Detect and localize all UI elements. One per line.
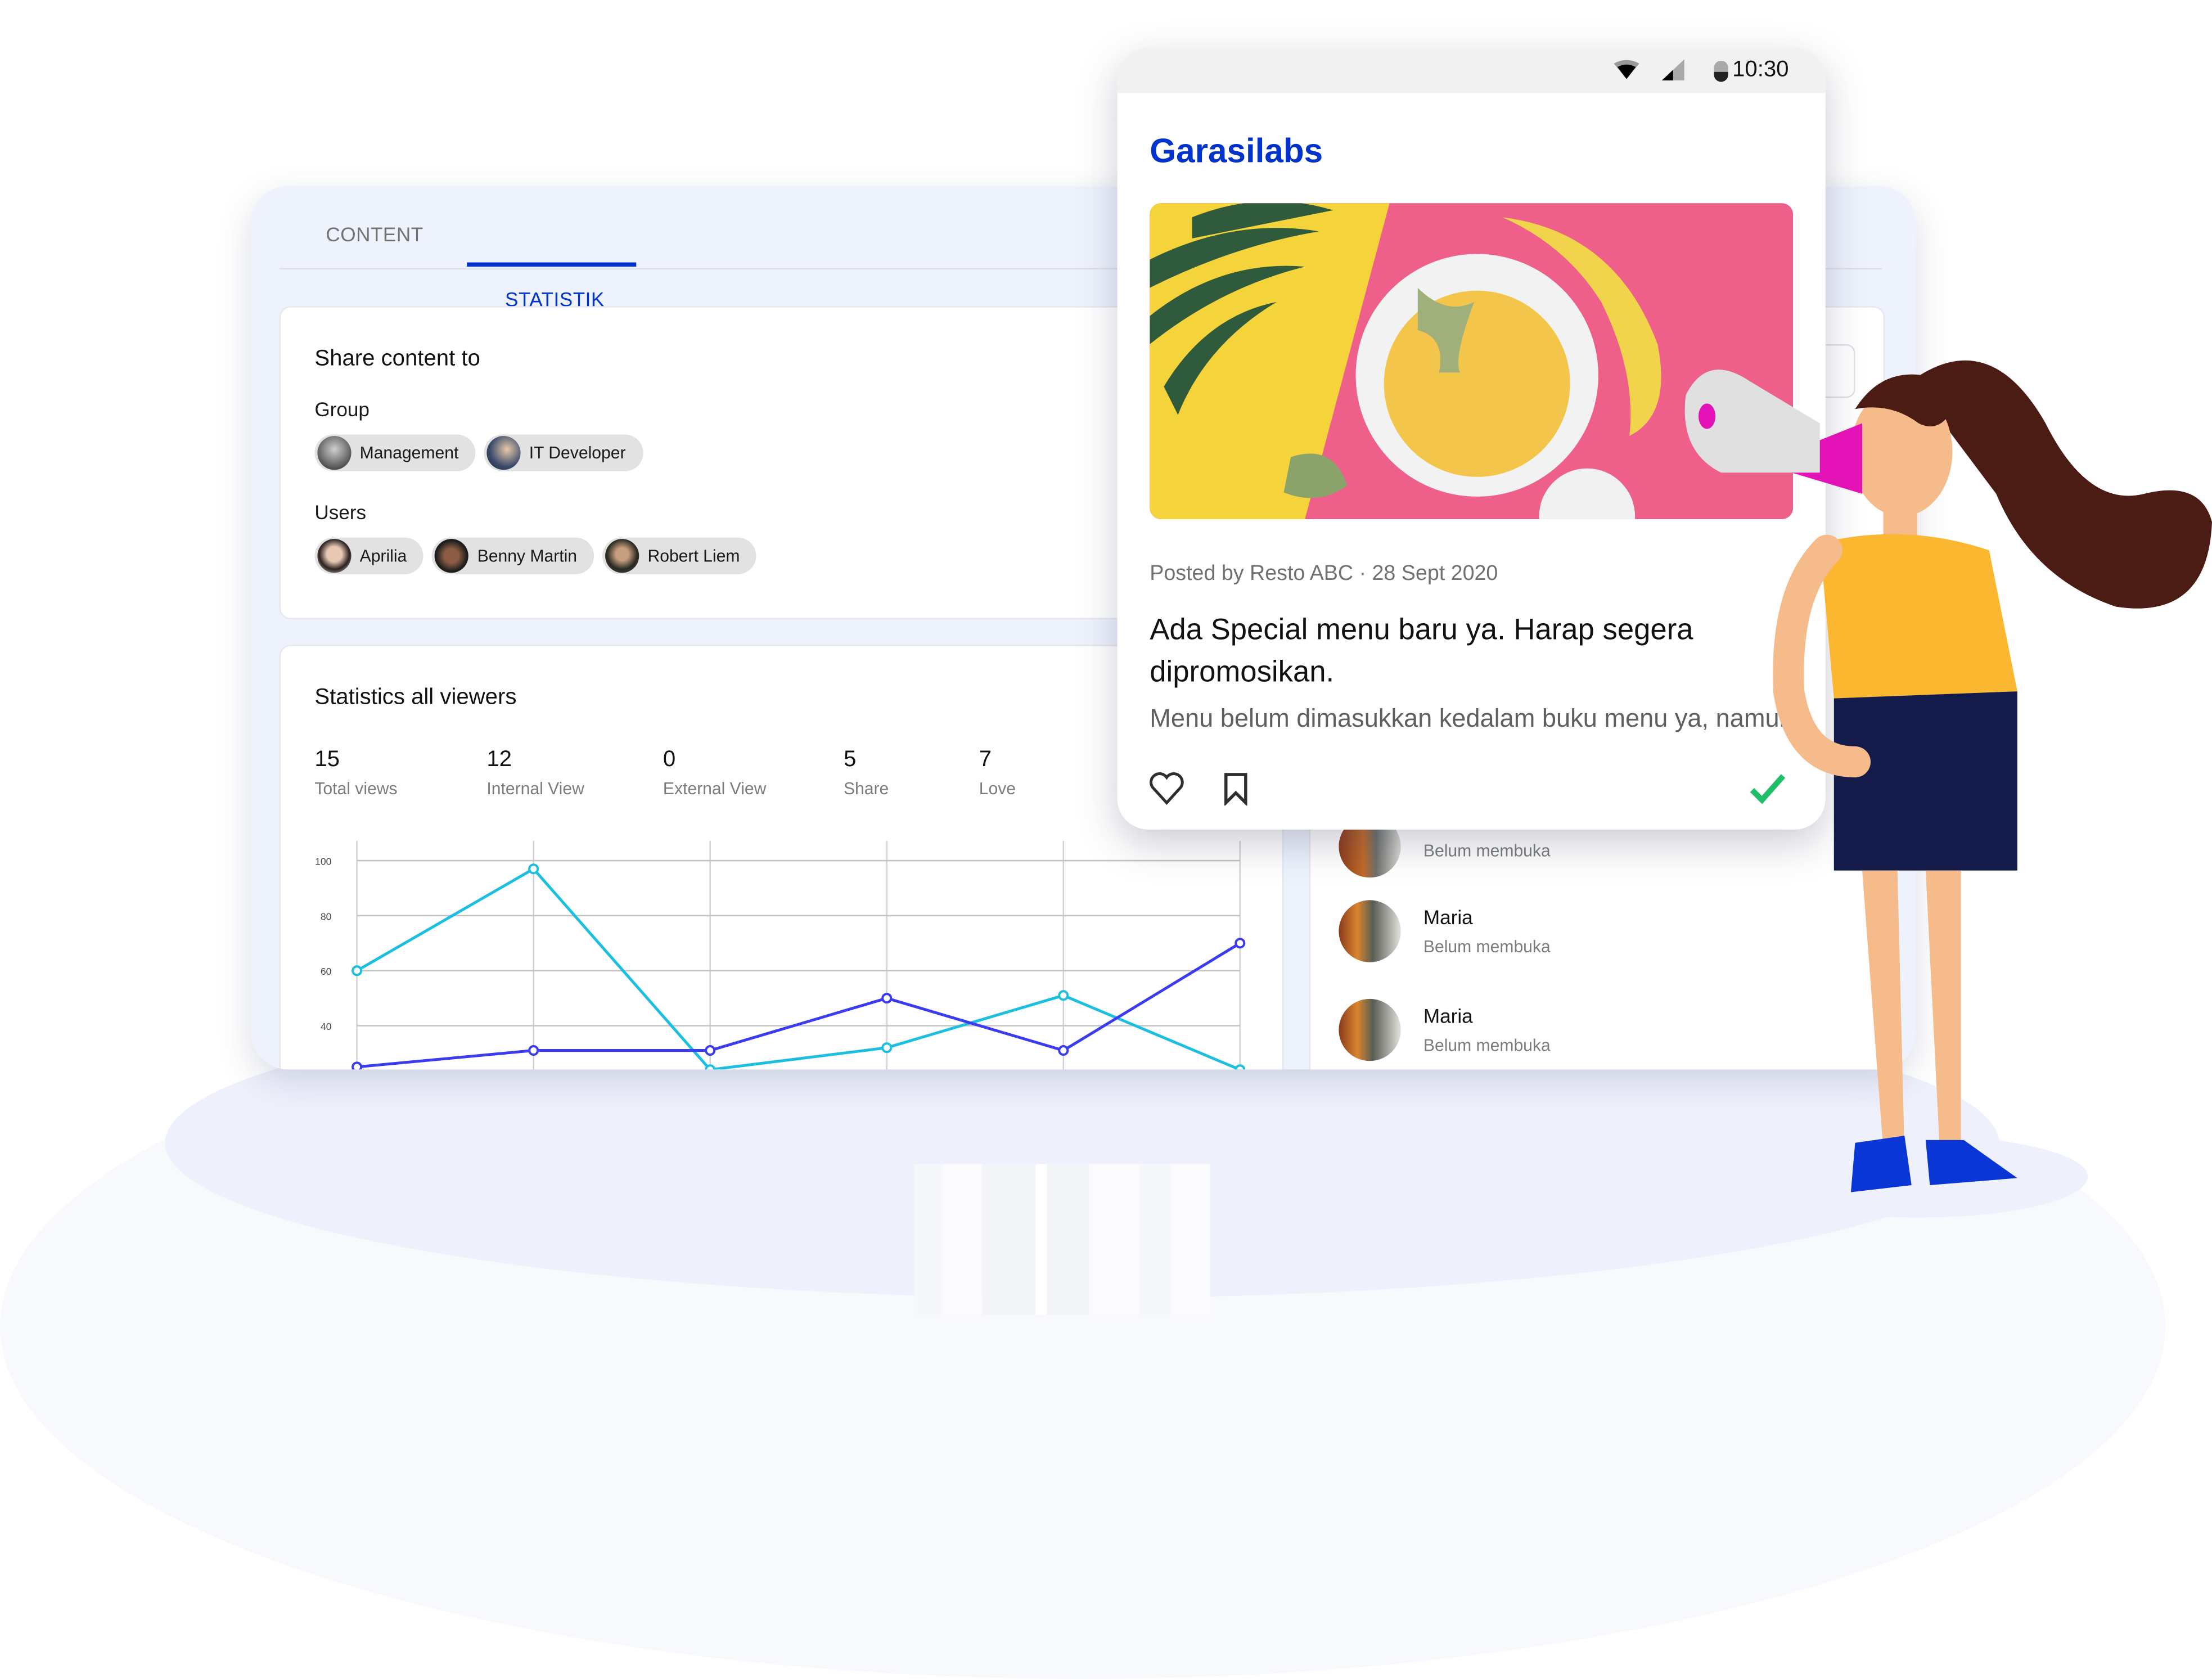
point-series-blue — [881, 993, 893, 1004]
group-chip-it-developer[interactable]: IT Developer — [484, 434, 643, 471]
y-tick-label: 100 — [315, 856, 332, 867]
point-series-cyan — [528, 863, 539, 875]
background-stripes — [914, 1164, 1298, 1315]
viewer-name: Maria — [1423, 1004, 1473, 1028]
woman-megaphone-illustration — [1684, 360, 2212, 1192]
chip-label: Management — [359, 443, 459, 463]
viewer-status: Belum membuka — [1423, 937, 1551, 957]
battery-icon — [1714, 60, 1728, 82]
skirt — [1833, 691, 2017, 871]
group-chip-management[interactable]: Management — [314, 434, 476, 471]
cellular-signal-icon — [1661, 59, 1684, 80]
group-avatar — [486, 436, 521, 470]
user-chip-robert-liem[interactable]: Robert Liem — [602, 537, 757, 574]
chip-label: Benny Martin — [477, 546, 578, 566]
stat-value: 12 — [486, 748, 512, 772]
point-series-cyan — [352, 965, 363, 976]
user-chips: Aprilia Benny Martin Robert Liem — [314, 537, 757, 574]
shoe — [1925, 1140, 2017, 1185]
stat-value: 7 — [979, 748, 992, 772]
shoe — [1850, 1136, 1912, 1192]
share-content-card: Share content to Group Management IT Dev… — [279, 306, 1185, 620]
stat-label: Love — [979, 778, 1016, 799]
stat-external-view: 0 External View — [663, 748, 766, 798]
stat-internal-view: 12 Internal View — [486, 748, 584, 798]
stat-value: 0 — [663, 748, 676, 772]
active-tab-indicator — [467, 262, 637, 267]
stage: CONTENT STATISTIK Share content to Group… — [0, 0, 2212, 1679]
bookmark-icon[interactable] — [1222, 772, 1250, 806]
point-series-cyan — [881, 1042, 893, 1054]
user-chip-aprilia[interactable]: Aprilia — [314, 537, 424, 574]
user-avatar — [605, 539, 639, 573]
user-avatar — [435, 539, 469, 573]
point-series-blue — [1058, 1045, 1069, 1056]
stat-value: 15 — [314, 748, 340, 772]
chip-label: Robert Liem — [647, 546, 740, 566]
stat-love: 7 Love — [979, 748, 1016, 798]
line-series-cyan — [356, 867, 1241, 1070]
stat-label: External View — [663, 778, 767, 799]
chip-label: IT Developer — [529, 443, 626, 463]
user-avatar — [317, 539, 352, 573]
user-chip-benny-martin[interactable]: Benny Martin — [432, 537, 594, 574]
y-tick-label: 60 — [321, 966, 332, 977]
viewer-status: Belum membuka — [1423, 1036, 1551, 1056]
point-series-blue — [1235, 938, 1246, 949]
viewer-avatar — [1339, 900, 1401, 962]
y-tick-label: 40 — [321, 1021, 332, 1032]
point-series-blue — [705, 1045, 716, 1056]
post-meta: Posted by Resto ABC · 28 Sept 2020 — [1150, 561, 1498, 586]
chip-label: Aprilia — [359, 546, 407, 566]
status-bar: 10:30 — [1117, 48, 1826, 93]
status-time: 10:30 — [1732, 57, 1789, 82]
group-label: Group — [314, 398, 370, 421]
point-series-blue — [352, 1061, 363, 1070]
viewer-avatar — [1339, 998, 1401, 1061]
point-series-cyan — [1058, 990, 1069, 1001]
stat-label: Total views — [314, 778, 398, 799]
group-avatar — [317, 436, 352, 470]
viewer-row[interactable]: Maria Belum membuka — [1339, 900, 1551, 962]
line-series-blue — [357, 942, 1241, 1069]
stat-total-views: 15 Total views — [314, 748, 397, 798]
viewer-row[interactable]: Maria Belum membuka — [1339, 998, 1551, 1061]
statistics-title: Statistics all viewers — [314, 686, 517, 710]
tab-content[interactable]: CONTENT — [326, 223, 423, 245]
viewer-status: Belum membuka — [1423, 840, 1551, 861]
viewers-line-chart: 100 80 60 40 — [315, 840, 1246, 1070]
stat-value: 5 — [843, 748, 857, 772]
heart-icon[interactable] — [1148, 772, 1185, 805]
stat-share: 5 Share — [844, 748, 889, 798]
point-series-cyan — [1235, 1064, 1246, 1070]
point-series-blue — [528, 1045, 539, 1056]
wifi-icon — [1614, 60, 1639, 79]
users-label: Users — [314, 501, 367, 524]
point-series-cyan — [705, 1064, 716, 1070]
share-title: Share content to — [314, 347, 480, 371]
stat-label: Share — [843, 778, 889, 799]
stat-label: Internal View — [486, 778, 584, 799]
group-chips: Management IT Developer — [314, 434, 643, 471]
shirt — [1819, 534, 2017, 699]
viewer-name: Maria — [1423, 906, 1473, 929]
brand-title: Garasilabs — [1150, 132, 1323, 171]
y-tick-label: 80 — [321, 911, 332, 922]
